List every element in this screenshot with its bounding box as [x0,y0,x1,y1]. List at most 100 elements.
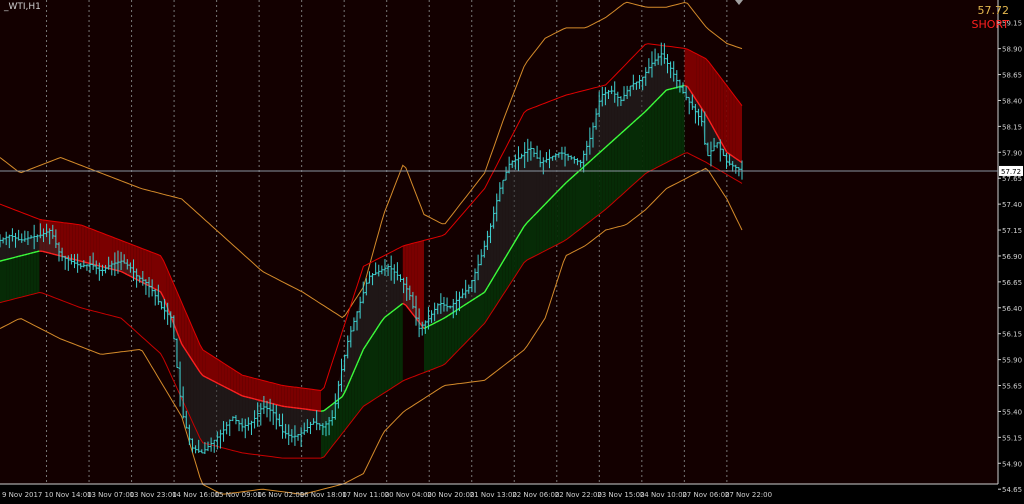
bull-fill [363,344,367,407]
bull-fill [575,171,579,233]
bear-fill [717,73,721,142]
bull-fill [12,257,16,300]
bull-fill [551,194,555,248]
bull-fill [475,296,479,333]
bull-fill [602,147,606,212]
bull-fill [557,188,561,245]
bull-fill [390,310,394,389]
bull-fill [614,136,618,202]
bull-fill [623,128,627,193]
midline-segment [14,255,19,258]
bear-fill [299,387,303,409]
x-tick-label: 22 Nov 22:00 [555,491,602,499]
inner-fill [218,383,222,437]
inner-fill [366,276,370,345]
x-tick-label: 9 Nov 2017 [2,491,42,499]
bear-fill [154,253,158,291]
bear-fill [266,381,270,403]
bull-fill [633,119,636,185]
bear-fill [287,386,291,408]
midline-segment [17,255,22,258]
inner-fill [230,389,234,420]
bear-fill [66,223,70,259]
bear-fill [318,390,321,412]
bear-fill [272,382,276,405]
midline-segment [2,258,7,262]
bull-fill [587,160,591,224]
bull-fill [357,356,361,414]
y-tick-label: 54.90 [1002,460,1022,468]
bull-fill [620,130,624,196]
bear-fill [78,224,82,262]
bull-fill [27,253,31,296]
inner-fill [557,152,561,192]
bear-fill [275,383,279,406]
bull-fill [481,292,485,327]
y-tick-label: 55.90 [1002,357,1022,365]
bull-fill [469,300,473,339]
bear-fill [224,363,228,389]
y-tick-label: 58.65 [1002,72,1022,80]
inner-fill [251,398,255,423]
bull-fill [505,251,509,291]
bull-fill [360,349,364,411]
bull-fill [514,236,518,277]
y-tick-label: 55.15 [1002,434,1022,442]
midline-segment [11,256,16,259]
bull-fill [584,163,588,226]
inner-fill [536,156,540,214]
bear-fill [693,52,697,101]
bull-fill [0,260,3,303]
midline-segment [320,409,325,412]
midline-segment [260,399,264,403]
bear-fill [205,351,209,379]
bull-fill [393,308,397,387]
bull-fill [626,125,630,191]
bull-fill [21,254,25,298]
bear-fill [293,387,297,409]
bull-fill [369,335,373,403]
bear-fill [739,101,742,163]
x-tick-label: 10 Nov 14:00 [45,491,92,499]
bull-fill [499,261,503,300]
bear-fill [245,375,249,398]
x-tick-label: 14 Nov 16:00 [172,491,219,499]
x-tick-label: 20 Nov 04:00 [385,491,432,499]
midline-segment [54,253,58,256]
bull-fill [387,312,391,391]
bear-fill [705,58,709,120]
inner-fill [18,239,22,257]
midline-segment [8,257,13,260]
chart-window[interactable]: 9 Nov 2017 10 Nov 14:00 13 Nov 07:00 13 Nov… [0,0,1024,504]
current-price-label: 57.72 [1001,168,1021,176]
bear-fill [160,255,164,298]
bear-fill [212,355,215,382]
bull-fill [484,287,488,324]
bull-fill [617,133,621,199]
signal-readout: SHORT [971,18,1009,31]
bull-fill [548,197,552,250]
midline-segment [33,251,37,254]
bear-fill [735,97,739,161]
bear-fill [254,378,258,400]
bear-fill [723,81,727,153]
midline-segment [78,259,82,263]
bear-fill [732,93,736,159]
x-tick-label: 22 Nov 06:00 [512,491,559,499]
bull-fill [466,302,470,342]
midline-segment [5,258,10,261]
price-chart[interactable]: 9 Nov 2017 10 Nov 14:0013 Nov 07:0013 Nov… [0,0,1024,504]
bull-fill [678,86,682,157]
bull-fill [596,152,600,217]
y-tick-label: 56.15 [1002,331,1022,339]
bull-fill [508,246,512,286]
chart-shift-marker-icon[interactable] [735,0,743,5]
bull-fill [563,182,567,242]
y-tick-label: 56.40 [1002,305,1022,313]
midline-segment [42,250,46,253]
bear-fill [281,385,285,407]
bear-fill [236,371,240,395]
inner-fill [212,380,215,443]
bear-fill [296,387,300,409]
bull-fill [366,339,370,405]
